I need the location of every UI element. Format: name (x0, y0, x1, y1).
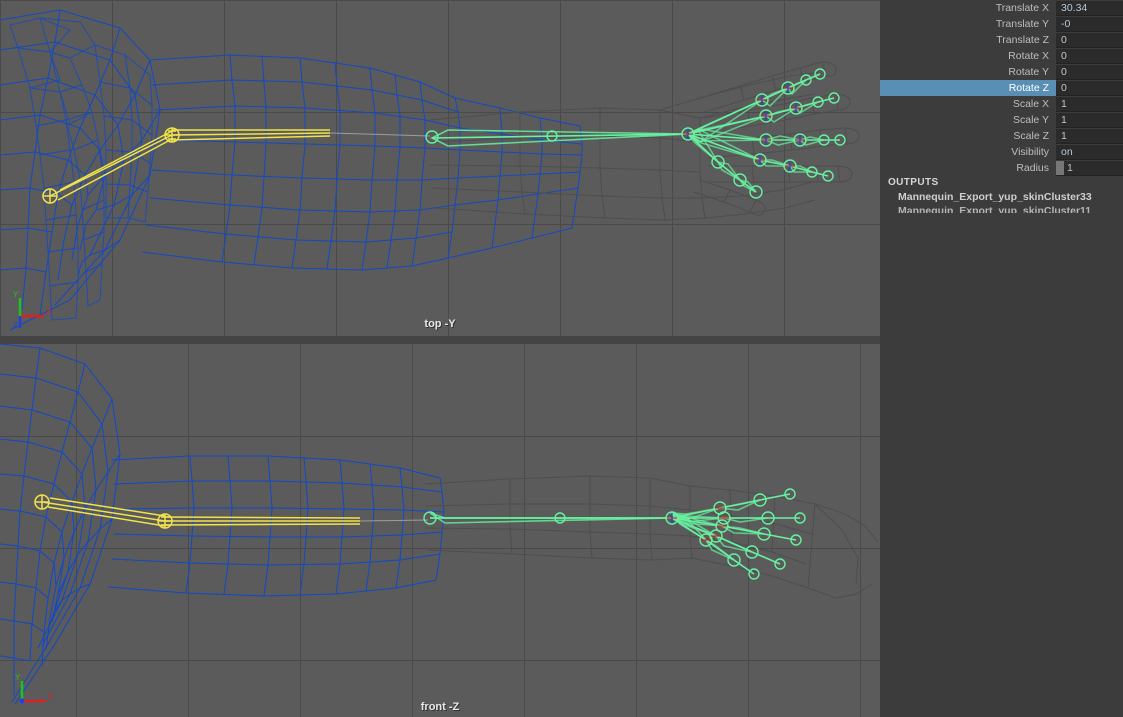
attribute-row[interactable]: Translate X 30.34 (880, 0, 1123, 16)
attribute-label: Visibility (880, 144, 1056, 160)
attribute-label: Rotate Z (880, 80, 1056, 96)
attribute-row[interactable]: Scale X 1 (880, 96, 1123, 112)
viewport-front[interactable]: X Y front -Z (0, 344, 880, 717)
attribute-row[interactable]: Scale Z 1 (880, 128, 1123, 144)
attribute-row-selected[interactable]: Rotate Z 0 (880, 80, 1123, 96)
viewport-top[interactable]: X Y Z top -Y (0, 0, 880, 336)
outputs-item[interactable]: Mannequin_Export_yup_skinCluster11 (880, 204, 1123, 213)
svg-text:Y: Y (13, 290, 19, 299)
viewport-divider[interactable] (0, 336, 880, 344)
attribute-label: Scale X (880, 96, 1056, 112)
attribute-value-field[interactable]: 1 (1056, 96, 1123, 112)
attribute-label: Scale Y (880, 112, 1056, 128)
right-panel: Translate X 30.34 Translate Y -0 Transla… (880, 0, 1123, 717)
viewport-front-contents (0, 344, 879, 705)
attribute-value-field[interactable]: 0 (1056, 32, 1123, 48)
outputs-section: OUTPUTS Mannequin_Export_yup_skinCluster… (880, 174, 1123, 224)
attribute-value-field[interactable]: -0 (1056, 16, 1123, 32)
attribute-row[interactable]: Translate Z 0 (880, 32, 1123, 48)
viewport-top-contents (0, 9, 860, 331)
maya-application-window: X Y Z top -Y X Y front -Z Translate X 30… (0, 0, 1123, 717)
attribute-value-field[interactable]: on (1056, 144, 1123, 160)
attribute-row[interactable]: Scale Y 1 (880, 112, 1123, 128)
attribute-label: Translate Z (880, 32, 1056, 48)
viewport-top-label: top -Y (424, 318, 456, 330)
svg-text:X: X (46, 307, 52, 316)
attribute-value-field[interactable]: 1 (1056, 128, 1123, 144)
viewport-front-label: front -Z (420, 701, 460, 713)
attribute-row[interactable]: Visibility on (880, 144, 1123, 160)
attribute-value-field[interactable]: 0 (1056, 64, 1123, 80)
attribute-label: Translate Y (880, 16, 1056, 32)
attribute-row[interactable]: Rotate X 0 (880, 48, 1123, 64)
attribute-value-field[interactable]: 1 (1056, 112, 1123, 128)
svg-text:Y: Y (15, 673, 21, 682)
attribute-row[interactable]: Rotate Y 0 (880, 64, 1123, 80)
outputs-item[interactable]: Mannequin_Export_yup_skinCluster33 (880, 190, 1123, 204)
attribute-value-field[interactable]: 0 (1056, 48, 1123, 64)
attribute-label: Rotate Y (880, 64, 1056, 80)
outputs-heading: OUTPUTS (888, 177, 939, 188)
attribute-value-field[interactable]: 0 (1056, 80, 1123, 96)
svg-text:X: X (48, 692, 54, 701)
attribute-row[interactable]: Translate Y -0 (880, 16, 1123, 32)
attribute-label: Rotate X (880, 48, 1056, 64)
attribute-label: Translate X (880, 0, 1056, 16)
attribute-value-field[interactable]: 30.34 (1056, 0, 1123, 16)
attribute-editor-table: Translate X 30.34 Translate Y -0 Transla… (880, 0, 1123, 176)
attribute-label: Scale Z (880, 128, 1056, 144)
